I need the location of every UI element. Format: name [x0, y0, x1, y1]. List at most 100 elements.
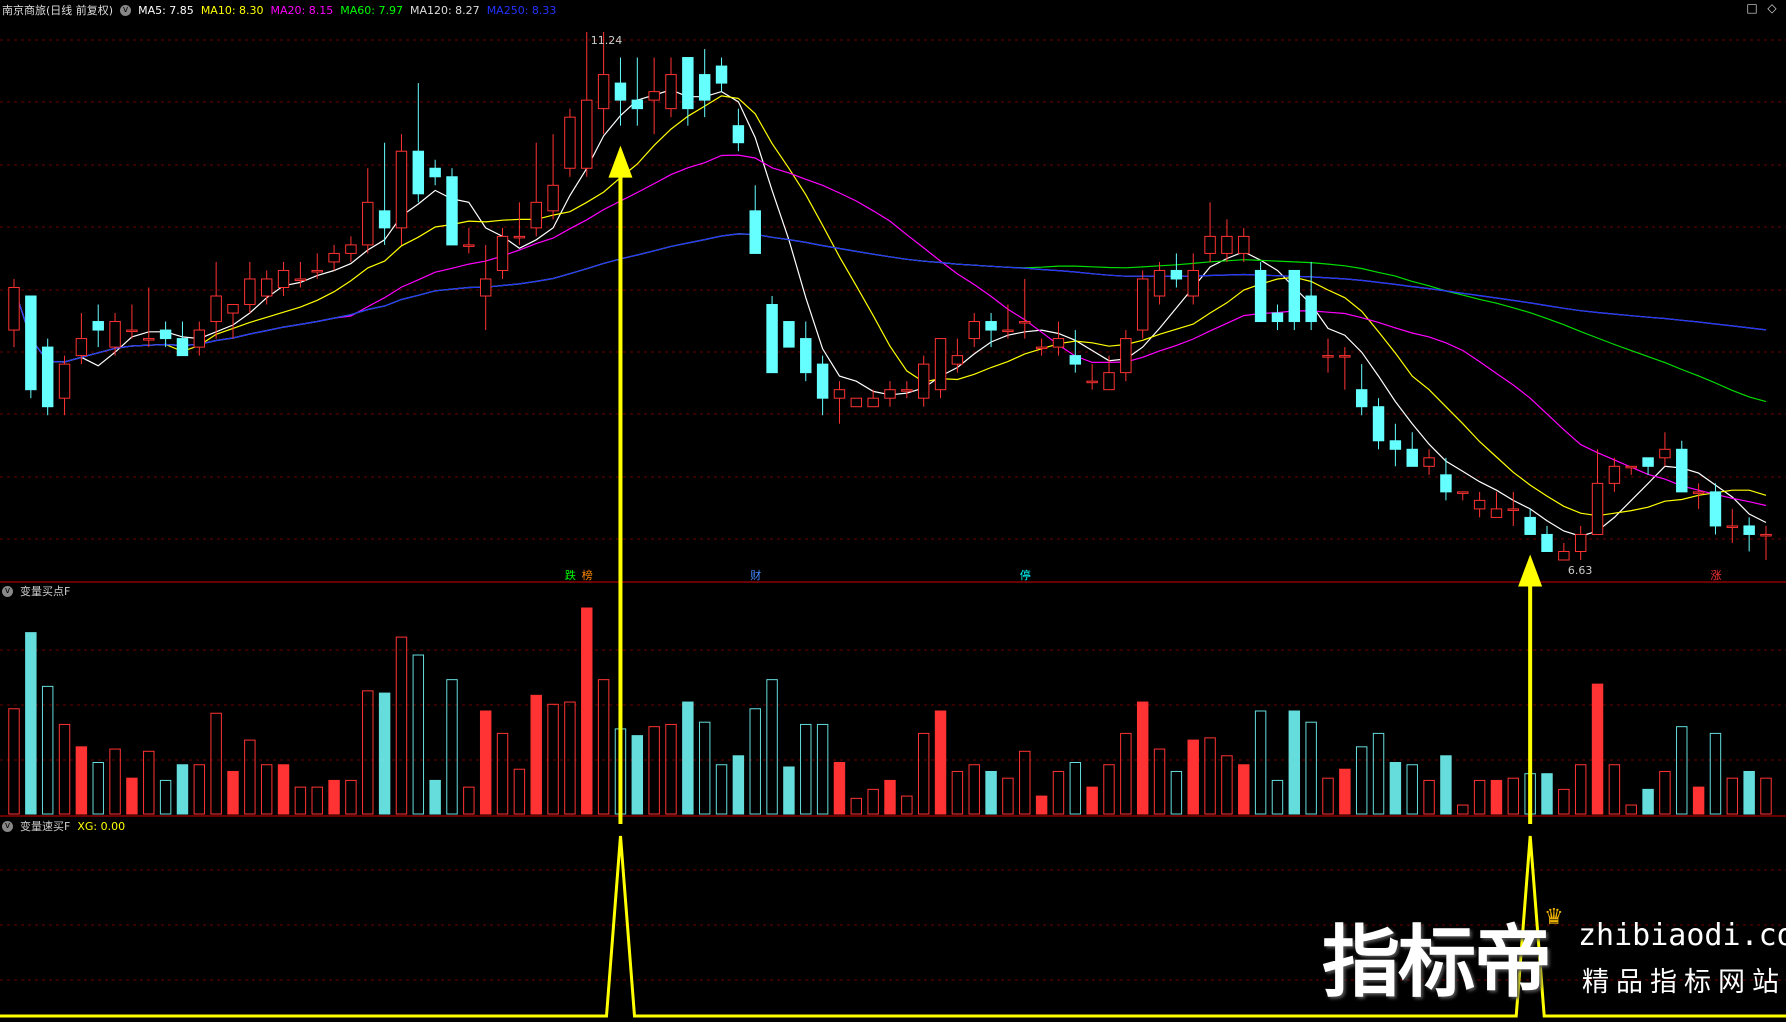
buy-point-bar	[682, 701, 694, 815]
candle-body	[1322, 355, 1334, 358]
buy-point-bar	[732, 755, 745, 815]
buy-point-bar	[1642, 788, 1654, 815]
buy-point-bar	[362, 690, 374, 815]
candle-body	[985, 321, 997, 331]
candle-body	[176, 338, 189, 357]
buy-point-bar	[143, 750, 155, 815]
candle-body	[766, 304, 778, 374]
candle-body	[1035, 346, 1048, 350]
buy-point-bar	[1709, 732, 1722, 815]
candle-body	[143, 338, 155, 341]
candle-body	[496, 235, 509, 271]
crown-icon: ♛	[1544, 905, 1564, 930]
buy-point-bar	[395, 636, 408, 815]
settings-circle-icon[interactable]: v	[120, 4, 132, 16]
buy-point-bar	[1221, 755, 1233, 815]
buy-point-bar	[1120, 732, 1132, 815]
buy-point-bar	[496, 732, 509, 815]
candle-body	[345, 244, 357, 254]
candle-body	[934, 338, 947, 391]
candle-body	[1760, 533, 1772, 537]
candle-body	[530, 201, 542, 229]
buy-point-bar	[1507, 777, 1520, 815]
buy-point-bar	[227, 770, 239, 815]
candle-body	[1490, 508, 1503, 518]
candle-body	[1019, 321, 1031, 324]
event-marker: 跌	[565, 568, 576, 582]
buy-point-bar	[277, 764, 290, 815]
candle-body	[1339, 355, 1351, 358]
ma5-line	[13, 89, 1767, 537]
restore-window-icon[interactable]: □	[1746, 2, 1758, 14]
buy-point-bar	[1692, 786, 1705, 815]
buy-point-bar	[210, 712, 222, 815]
candle-body	[109, 321, 121, 348]
buy-point-bar	[159, 779, 172, 815]
candle-body	[1002, 329, 1014, 333]
buy-point-bar	[800, 723, 812, 815]
buy-point-bar	[749, 708, 761, 815]
candle-body	[1457, 491, 1469, 494]
stock-title: 南京商旅(日线 前复权)	[2, 4, 114, 17]
buy-point-bar	[1608, 764, 1621, 815]
candle-body	[479, 278, 492, 297]
low-price-label: 6.63	[1568, 564, 1593, 577]
buy-point-bar	[1103, 764, 1115, 815]
buy-point-bar	[412, 654, 425, 815]
candle-body	[833, 389, 846, 399]
buy-point-bar	[1170, 770, 1183, 815]
candle-body	[1625, 465, 1637, 469]
buy-point-bar	[766, 679, 778, 815]
buy-point-bar	[1457, 804, 1469, 815]
candle-body	[1103, 372, 1115, 391]
buy-point-bar	[901, 795, 913, 815]
watermark-logo: 指标帝	[1322, 918, 1552, 1008]
candle-body	[1558, 550, 1570, 561]
diamond-icon[interactable]: ◇	[1766, 2, 1778, 14]
candle-body	[395, 150, 408, 229]
candle-body	[715, 65, 728, 84]
candle-body	[1254, 269, 1267, 323]
candle-body	[1743, 525, 1755, 535]
candle-body	[25, 295, 37, 391]
buy-point-bar	[1322, 777, 1334, 815]
candle-body	[1372, 406, 1385, 442]
stock-chart[interactable]: 11.24 6.63 跌榜 财 停 涨	[0, 0, 1786, 1022]
candle-body	[513, 235, 526, 239]
candle-body	[1642, 457, 1654, 467]
candle-body	[1153, 269, 1166, 297]
candle-body	[1541, 533, 1553, 552]
buy-point-bar	[985, 770, 997, 815]
buy-point-bar	[260, 764, 273, 815]
buy-point-bar	[1002, 777, 1014, 815]
candle-body	[1355, 389, 1368, 408]
buy-point-bar	[1136, 701, 1149, 815]
panel3-chevron-icon[interactable]: v	[2, 820, 13, 832]
signal-arrow-head	[608, 145, 633, 178]
candle-body	[1608, 465, 1621, 484]
candle-body	[1170, 269, 1183, 280]
signal-arrow-head	[1518, 554, 1543, 587]
buy-point-bar	[816, 723, 829, 815]
ma10-label: MA10: 8.30	[200, 3, 264, 17]
candle-body	[92, 321, 104, 331]
candle-body	[1389, 440, 1402, 450]
candle-body	[1574, 533, 1587, 552]
panel3-title: 变量速买F	[20, 820, 71, 833]
buy-point-bar	[1254, 710, 1267, 815]
ma20-line	[13, 154, 1767, 507]
buy-point-bar	[1052, 770, 1065, 815]
buy-point-bar	[513, 768, 526, 815]
candle-body	[597, 74, 610, 110]
candle-body	[1692, 491, 1705, 494]
candle-body	[951, 355, 964, 365]
candle-body	[1676, 448, 1688, 493]
panel2-chevron-icon[interactable]: v	[2, 585, 13, 597]
candle-body	[884, 389, 896, 399]
candle-body	[446, 176, 458, 246]
ma10-line	[13, 95, 1767, 517]
buy-point-bar	[1153, 748, 1166, 815]
buy-point-bar	[1490, 779, 1503, 815]
buy-point-bar	[1271, 779, 1284, 815]
candle-body	[311, 269, 323, 273]
